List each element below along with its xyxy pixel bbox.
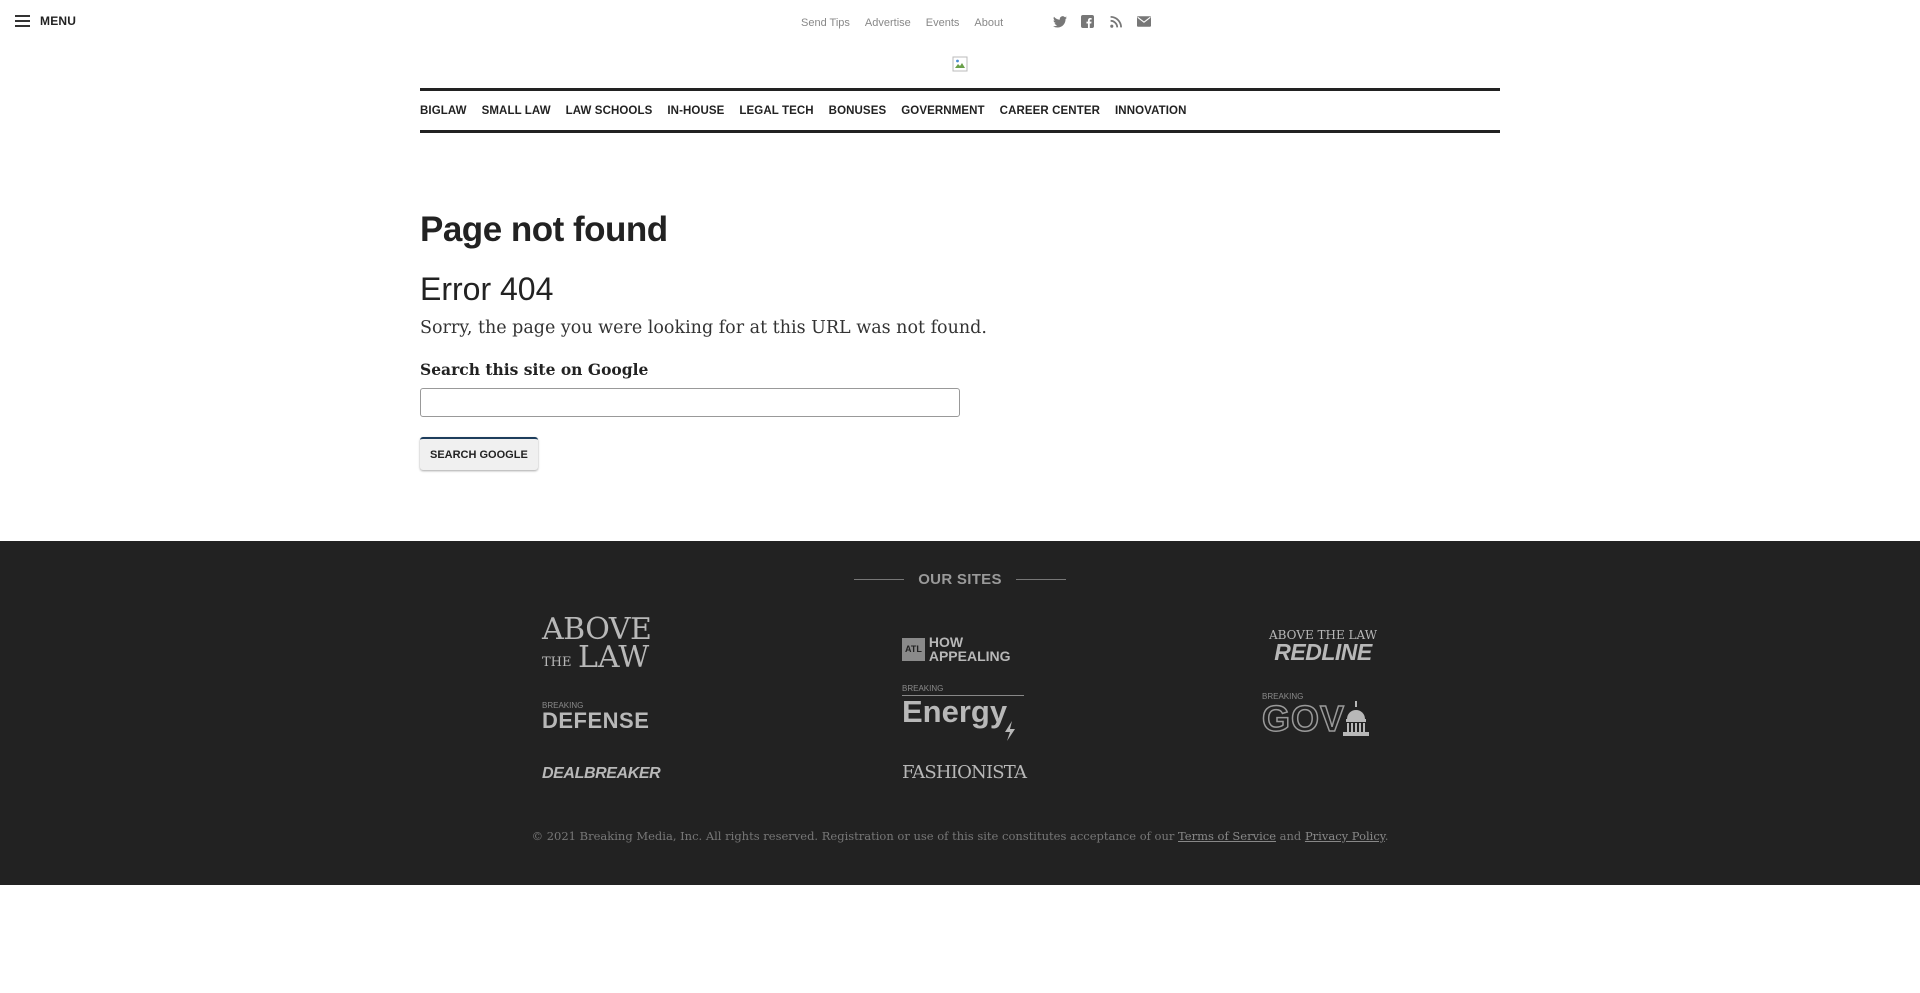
fashionista-logo[interactable]: FASHIONISTA — [902, 762, 1027, 790]
capitol-icon — [1343, 701, 1370, 736]
email-icon[interactable] — [1136, 14, 1151, 29]
above-the-law-logo[interactable]: ABOVE THE LAW — [542, 615, 664, 679]
utility-links: Send Tips Advertise Events About — [801, 17, 1003, 29]
logo-text: THE — [542, 655, 572, 670]
logo-text: Energy — [902, 694, 1008, 729]
copyright-text: © 2021 Breaking Media, Inc. All rights r… — [531, 829, 1175, 843]
breaking-defense-logo[interactable]: BREAKING DEFENSE — [542, 702, 664, 734]
redline-logo[interactable]: ABOVE THE LAW REDLINE — [1262, 629, 1384, 665]
nav-legal-tech[interactable]: LEGAL TECH — [739, 105, 813, 117]
menu-button[interactable]: MENU — [15, 14, 76, 28]
error-message: Sorry, the page you were looking for at … — [420, 318, 987, 338]
copyright: © 2021 Breaking Media, Inc. All rights r… — [0, 829, 1920, 843]
copyright-text: and — [1279, 829, 1302, 843]
rss-icon[interactable] — [1108, 14, 1123, 29]
logo-text: ATL — [902, 637, 925, 661]
menu-label: MENU — [40, 14, 77, 28]
main-content: Page not found Error 404 Sorry, the page… — [420, 210, 1500, 470]
divider — [854, 579, 905, 580]
page-title: Page not found — [420, 210, 668, 249]
nav-biglaw[interactable]: BIGLAW — [420, 105, 467, 117]
lightning-icon — [1005, 721, 1015, 741]
copyright-text: . — [1384, 829, 1389, 843]
search-input[interactable] — [420, 388, 960, 417]
our-sites-heading: OUR SITES — [0, 571, 1920, 588]
dealbreaker-logo[interactable]: DEALBREAKER — [542, 766, 664, 790]
nav-small-law[interactable]: SMALL LAW — [482, 105, 551, 117]
footer: OUR SITES ABOVE THE LAW ATL HOW APPEALIN… — [0, 541, 1920, 885]
logo-text: APPEALING — [928, 648, 1011, 664]
nav-innovation[interactable]: INNOVATION — [1115, 105, 1187, 117]
events-link[interactable]: Events — [926, 17, 960, 29]
how-appealing-logo[interactable]: ATL HOW APPEALING — [902, 634, 1024, 664]
logo-text: REDLINE — [1274, 639, 1372, 665]
logo-text: DEFENSE — [542, 708, 650, 733]
main-nav: BIGLAW SMALL LAW LAW SCHOOLS IN-HOUSE LE… — [420, 88, 1500, 133]
error-code: Error 404 — [420, 271, 554, 307]
nav-government[interactable]: GOVERNMENT — [901, 105, 984, 117]
logo-text: HOW — [928, 634, 964, 650]
about-link[interactable]: About — [974, 17, 1003, 29]
advertise-link[interactable]: Advertise — [865, 17, 911, 29]
nav-career-center[interactable]: CAREER CENTER — [1000, 105, 1100, 117]
terms-of-service-link[interactable]: Terms of Service — [1178, 829, 1276, 843]
divider — [1015, 579, 1066, 580]
breaking-energy-logo[interactable]: BREAKING Energy — [902, 685, 1024, 745]
top-bar: MENU Send Tips Advertise Events About — [0, 0, 1920, 72]
logo-text: DEALBREAKER — [542, 765, 661, 782]
logo-text: LAW — [578, 640, 650, 675]
breaking-gov-logo[interactable]: BREAKING GOV — [1261, 693, 1384, 741]
logo-text: FASHIONISTA — [902, 762, 1027, 783]
nav-bonuses[interactable]: BONUSES — [829, 105, 887, 117]
search-label: Search this site on Google — [420, 360, 649, 379]
send-tips-link[interactable]: Send Tips — [801, 17, 850, 29]
logo-text: GOV — [1261, 698, 1346, 739]
twitter-icon[interactable] — [1052, 14, 1067, 29]
nav-law-schools[interactable]: LAW SCHOOLS — [566, 105, 653, 117]
nav-in-house[interactable]: IN-HOUSE — [667, 105, 724, 117]
social-links — [1052, 14, 1151, 29]
our-sites-title: OUR SITES — [918, 571, 1002, 588]
broken-logo-image[interactable] — [952, 56, 968, 72]
search-google-button[interactable]: SEARCH GOOGLE — [420, 437, 538, 470]
hamburger-icon — [15, 15, 30, 27]
facebook-icon[interactable] — [1080, 14, 1095, 29]
privacy-policy-link[interactable]: Privacy Policy — [1305, 829, 1385, 843]
